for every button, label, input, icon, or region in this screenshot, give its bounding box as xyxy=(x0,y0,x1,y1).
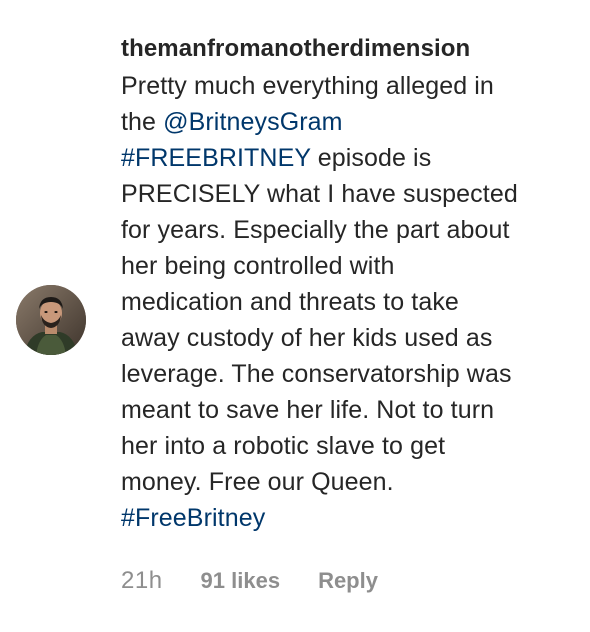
comment-text-line: her into a robotic slave to get xyxy=(121,432,446,460)
comment-timestamp[interactable]: 21h xyxy=(121,567,163,595)
comment-body: themanfromanotherdimension Pretty much e… xyxy=(121,30,581,536)
comment-text-line: money. Free our Queen. xyxy=(121,468,394,496)
comment-meta: 21h 91 likes Reply xyxy=(121,567,378,595)
comment: themanfromanotherdimension Pretty much e… xyxy=(0,0,590,632)
comment-text-line: Pretty much everything alleged in xyxy=(121,72,494,100)
comment-text-line: her being controlled with xyxy=(121,252,395,280)
comment-username[interactable]: themanfromanotherdimension xyxy=(121,30,581,68)
mention-link[interactable]: @BritneysGram xyxy=(163,108,343,136)
comment-text-line: for years. Especially the part about xyxy=(121,216,510,244)
comment-text-line: away custody of her kids used as xyxy=(121,324,493,352)
comment-text: Pretty much everything alleged in the @B… xyxy=(121,68,581,536)
comment-text-line: PRECISELY what I have suspected xyxy=(121,180,518,208)
likes-count-button[interactable]: 91 likes xyxy=(201,568,281,594)
hashtag-link[interactable]: #FREEBRITNEY xyxy=(121,144,311,172)
comment-text-line: episode is xyxy=(310,144,432,172)
avatar[interactable] xyxy=(16,285,86,355)
comment-text-line: the xyxy=(121,108,164,136)
reply-button[interactable]: Reply xyxy=(318,568,378,594)
hashtag-link[interactable]: #FreeBritney xyxy=(121,504,265,532)
comment-text-line: leverage. The conservatorship was xyxy=(121,360,512,388)
profile-photo-icon xyxy=(16,285,86,355)
comment-text-line: medication and threats to take xyxy=(121,288,459,316)
comment-text-line: meant to save her life. Not to turn xyxy=(121,396,495,424)
